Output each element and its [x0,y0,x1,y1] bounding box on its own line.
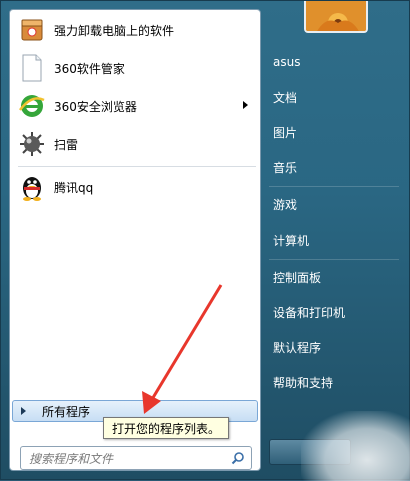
start-menu: 强力卸载电脑上的软件 360软件管家 360安全浏览器 扫雷 腾讯qq 所有程序… [0,0,410,481]
annotation-arrow [142,284,223,414]
